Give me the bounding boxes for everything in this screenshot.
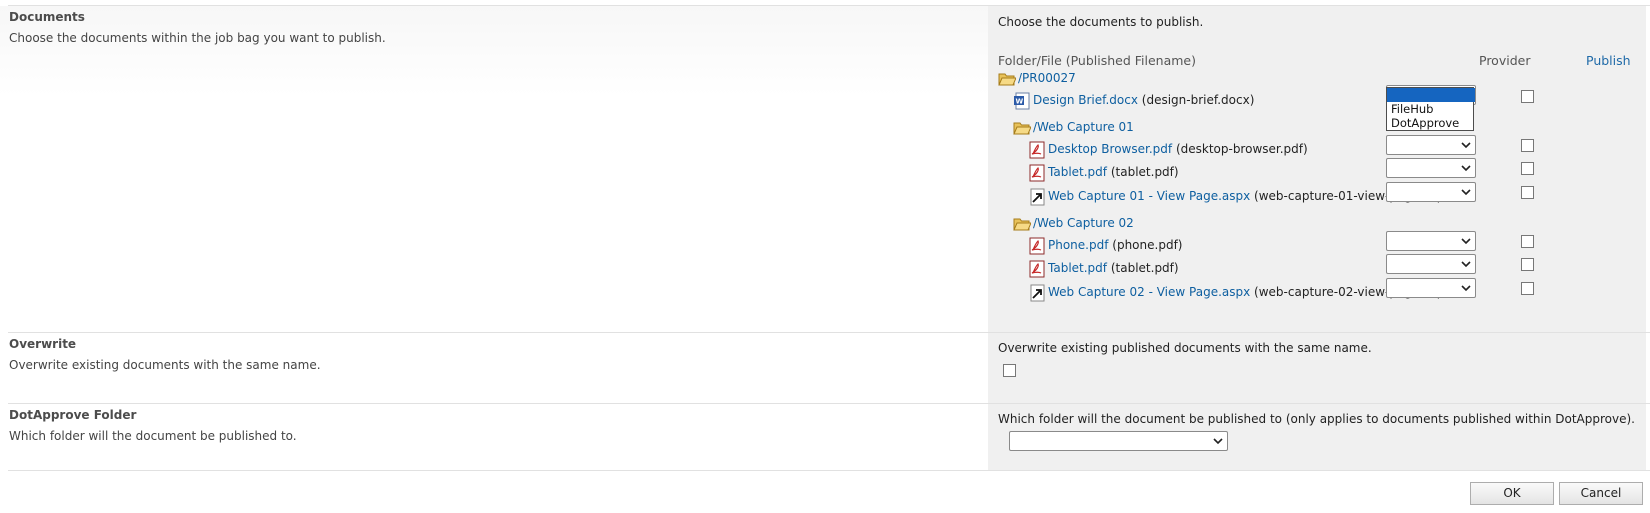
folder-open-icon [998,73,1016,86]
published-filename: (tablet.pdf) [1110,261,1179,275]
file-name[interactable]: Tablet.pdf [1048,261,1107,275]
folder-link-root[interactable]: /PR00027 [1018,71,1076,85]
provider-select-web-capture-02-view[interactable] [1386,278,1476,298]
publish-checkbox-desktop-browser[interactable] [1521,139,1534,152]
dotapprove-instruction: Which folder will the document be publis… [998,412,1635,426]
provider-select-phone[interactable] [1386,231,1476,251]
header-file: Folder/File (Published Filename) [998,53,1197,68]
file-name[interactable]: Web Capture 02 - View Page.aspx [1048,285,1250,299]
overwrite-option-label: Overwrite existing published documents w… [998,341,1372,355]
published-filename: (design-brief.docx) [1141,93,1255,107]
dropdown-option-filehub[interactable]: FileHub [1387,102,1475,116]
word-doc-icon: W [1014,92,1030,110]
overwrite-checkbox[interactable] [1003,364,1016,377]
header-provider: Provider [1479,53,1531,68]
documents-instruction: Choose the documents to publish. [998,15,1204,29]
header-publish: Publish [1586,53,1631,68]
file-link-tablet-01[interactable]: Tablet.pdf (tablet.pdf) [1048,165,1179,179]
folder-open-icon [1013,122,1031,135]
bottom-divider [8,470,1650,471]
publish-checkbox-tablet-01[interactable] [1521,162,1534,175]
documents-title: Documents [9,10,85,24]
provider-select-desktop-browser[interactable] [1386,135,1476,155]
publish-checkbox-phone[interactable] [1521,235,1534,248]
cancel-button[interactable]: Cancel [1559,482,1643,505]
file-link-phone[interactable]: Phone.pdf (phone.pdf) [1048,238,1182,252]
link-icon [1030,284,1045,302]
documents-panel: Choose the documents to publish. Folder/… [988,6,1646,332]
chevron-down-icon [1461,261,1471,268]
chevron-down-icon [1461,165,1471,172]
file-name[interactable]: Phone.pdf [1048,238,1108,252]
link-icon [1030,188,1045,206]
file-name[interactable]: Web Capture 01 - View Page.aspx [1048,189,1250,203]
file-link-desktop-browser[interactable]: Desktop Browser.pdf (desktop-browser.pdf… [1048,142,1308,156]
dotapprove-section-left: DotApprove Folder Which folder will the … [0,404,988,470]
pdf-icon [1029,260,1045,278]
documents-description: Choose the documents within the job bag … [9,31,386,45]
dotapprove-title: DotApprove Folder [9,408,137,422]
published-filename: (phone.pdf) [1112,238,1183,252]
overwrite-panel: Overwrite existing published documents w… [988,333,1646,403]
chevron-down-icon [1213,438,1223,445]
provider-dropdown-list: FileHub DotApprove [1386,87,1475,131]
dotapprove-description: Which folder will the document be publis… [9,429,297,443]
overwrite-description: Overwrite existing documents with the sa… [9,358,321,372]
svg-text:W: W [1016,98,1024,106]
pdf-icon [1029,141,1045,159]
file-link-design-brief[interactable]: Design Brief.docx (design-brief.docx) [1033,93,1254,107]
chevron-down-icon [1461,238,1471,245]
folder-open-icon [1013,218,1031,231]
pdf-icon [1029,164,1045,182]
dotapprove-folder-select[interactable] [1009,431,1228,451]
publish-checkbox-web-capture-01-view[interactable] [1521,186,1534,199]
documents-section-left: Documents Choose the documents within th… [0,6,988,332]
pdf-icon [1029,237,1045,255]
ok-button[interactable]: OK [1470,482,1554,505]
chevron-down-icon [1461,142,1471,149]
overwrite-section-left: Overwrite Overwrite existing documents w… [0,333,988,403]
chevron-down-icon [1461,285,1471,292]
chevron-down-icon [1461,189,1471,196]
published-filename: (desktop-browser.pdf) [1175,142,1308,156]
file-name[interactable]: Desktop Browser.pdf [1048,142,1172,156]
dropdown-option-dotapprove[interactable]: DotApprove [1387,116,1475,130]
publish-checkbox-web-capture-02-view[interactable] [1521,282,1534,295]
published-filename: (tablet.pdf) [1110,165,1179,179]
file-link-tablet-02[interactable]: Tablet.pdf (tablet.pdf) [1048,261,1179,275]
folder-link-web-capture-02[interactable]: /Web Capture 02 [1033,216,1134,230]
provider-select-web-capture-01-view[interactable] [1386,182,1476,202]
file-name[interactable]: Tablet.pdf [1048,165,1107,179]
dotapprove-panel: Which folder will the document be publis… [988,404,1646,470]
file-name[interactable]: Design Brief.docx [1033,93,1138,107]
provider-select-tablet-01[interactable] [1386,158,1476,178]
dropdown-option-blank[interactable] [1387,88,1475,102]
provider-select-tablet-02[interactable] [1386,254,1476,274]
publish-checkbox-tablet-02[interactable] [1521,258,1534,271]
folder-link-web-capture-01[interactable]: /Web Capture 01 [1033,120,1134,134]
publish-checkbox-design-brief[interactable] [1521,90,1534,103]
overwrite-title: Overwrite [9,337,77,351]
